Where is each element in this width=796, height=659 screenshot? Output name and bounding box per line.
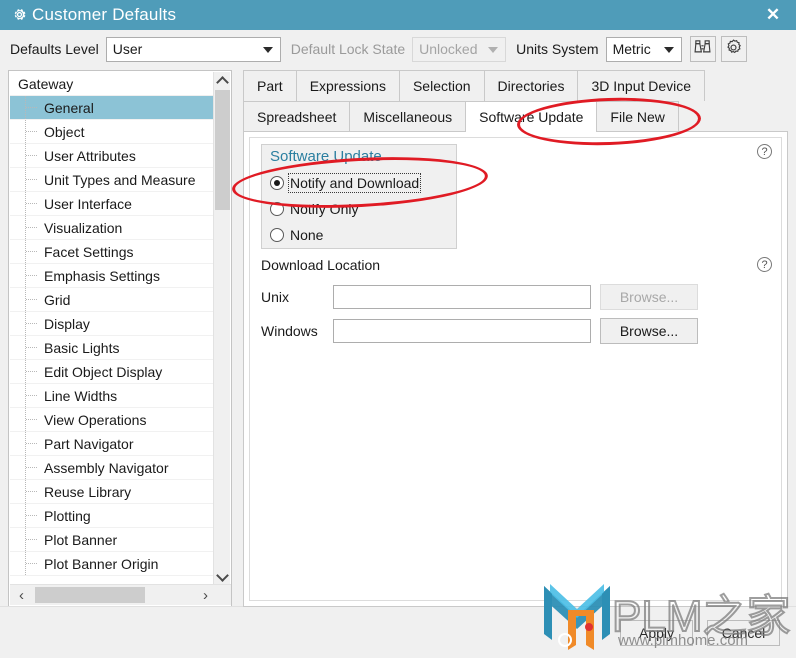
defaults-tree-panel: Gateway General Object User Attributes Unit… <box>8 70 232 607</box>
tab-row-1: Part Expressions Selection Directories 3D In… <box>243 70 706 101</box>
download-path-input[interactable] <box>333 319 591 343</box>
help-icon[interactable]: ? <box>757 144 772 159</box>
scroll-up-icon[interactable] <box>214 72 231 89</box>
field-label: Unix <box>261 289 290 305</box>
chevron-down-icon <box>663 47 674 53</box>
window-title: Customer Defaults <box>32 5 177 24</box>
default-lock-state-value: Unlocked <box>419 41 478 57</box>
tab-part[interactable]: Part <box>243 70 297 101</box>
find-button[interactable] <box>689 36 716 62</box>
help-icon[interactable]: ? <box>757 257 772 272</box>
radio-option[interactable]: None <box>270 223 323 247</box>
cancel-button[interactable]: Cancel <box>707 620 780 646</box>
scroll-left-icon[interactable]: ‹ <box>12 585 31 605</box>
tree-item[interactable]: Plot Banner <box>10 528 214 552</box>
defaults-level-value: User <box>112 41 143 57</box>
tree-item[interactable]: Basic Lights <box>10 336 214 360</box>
default-lock-state-select: Unlocked <box>412 36 507 62</box>
tab-software-update[interactable]: Software Update <box>465 101 598 132</box>
group-title: Software Update <box>270 148 382 165</box>
tree-item[interactable]: Plot Banner Origin <box>10 552 214 576</box>
tree-item[interactable]: Plotting <box>10 504 214 528</box>
radio-button-icon[interactable] <box>270 202 284 216</box>
scroll-right-icon[interactable]: › <box>196 585 215 605</box>
tree-item[interactable]: Grid <box>10 288 214 312</box>
radio-label: Notify and Download <box>287 173 422 193</box>
units-system-select[interactable]: Metric <box>605 36 682 62</box>
tab-row-2: Spreadsheet Miscellaneous Software Update F… <box>243 101 679 132</box>
tab-strip: Part Expressions Selection Directories 3D In… <box>243 70 788 132</box>
tab-miscellaneous[interactable]: Miscellaneous <box>349 101 467 132</box>
browse-button: Browse... <box>600 284 698 310</box>
radio-label: Notify Only <box>290 201 359 217</box>
tab-selection[interactable]: Selection <box>398 70 485 101</box>
download-path-input[interactable] <box>333 285 591 309</box>
tree-item[interactable]: Facet Settings <box>10 240 214 264</box>
tab-file-new[interactable]: File New <box>596 101 679 132</box>
download-location-label: Download Location <box>261 257 381 273</box>
close-icon[interactable]: ✕ <box>750 0 796 30</box>
tree-item[interactable]: Reuse Library <box>10 480 214 504</box>
tree-item[interactable]: Emphasis Settings <box>10 264 214 288</box>
settings-button[interactable] <box>720 36 747 62</box>
radio-label: None <box>290 227 324 243</box>
tree-item[interactable]: Line Widths <box>10 384 214 408</box>
title-bar: Customer Defaults ✕ <box>0 0 796 30</box>
field-label: Windows <box>261 323 318 339</box>
vertical-scroll-thumb[interactable] <box>215 90 230 210</box>
software-update-group: Software Update Notify and Download Notif… <box>261 144 457 249</box>
software-update-pane: ? ? Software Update Notify and Download N… <box>243 131 788 607</box>
tab-directories[interactable]: Directories <box>483 70 579 101</box>
units-system-label: Units System <box>516 41 599 57</box>
gear-icon <box>8 7 30 24</box>
apply-button[interactable]: Apply <box>620 620 693 646</box>
dialog-footer: Apply Cancel <box>0 606 796 658</box>
tab-3d-input-device[interactable]: 3D Input Device <box>577 70 706 101</box>
tree-vertical-scrollbar[interactable] <box>213 72 230 585</box>
tab-expressions[interactable]: Expressions <box>295 70 400 101</box>
gear-icon <box>724 38 743 60</box>
download-location-row: Windows Browse... <box>261 318 698 344</box>
tree-root-gateway[interactable]: Gateway <box>10 72 214 96</box>
tree-horizontal-scrollbar[interactable]: ‹ › <box>10 584 231 605</box>
tree-item[interactable]: Assembly Navigator <box>10 456 214 480</box>
tree-item[interactable]: Visualization <box>10 216 214 240</box>
tree-item[interactable]: Unit Types and Measure <box>10 168 214 192</box>
radio-option[interactable]: Notify Only <box>270 197 358 221</box>
toolbar: Defaults Level User Default Lock State U… <box>0 30 796 68</box>
radio-button-icon[interactable] <box>270 176 284 190</box>
defaults-level-label: Defaults Level <box>10 41 99 57</box>
browse-button[interactable]: Browse... <box>600 318 698 344</box>
settings-tab-panel: Part Expressions Selection Directories 3D In… <box>243 70 788 607</box>
tree-item[interactable]: Edit Object Display <box>10 360 214 384</box>
default-lock-state-label: Default Lock State <box>290 41 406 57</box>
defaults-tree[interactable]: Gateway General Object User Attributes Unit… <box>10 72 214 585</box>
tree-item[interactable]: User Interface <box>10 192 214 216</box>
chevron-down-icon <box>488 47 499 53</box>
tree-item[interactable]: Part Navigator <box>10 432 214 456</box>
pane-inner-frame: ? ? Software Update Notify and Download N… <box>249 137 782 601</box>
tree-item[interactable]: Display <box>10 312 214 336</box>
chevron-down-icon <box>262 47 273 53</box>
tree-item[interactable]: General <box>10 96 214 120</box>
radio-option[interactable]: Notify and Download <box>270 171 422 195</box>
horizontal-scroll-thumb[interactable] <box>35 587 145 603</box>
tab-spreadsheet[interactable]: Spreadsheet <box>243 101 351 132</box>
defaults-level-select[interactable]: User <box>105 36 281 62</box>
customer-defaults-dialog: Customer Defaults ✕ Defaults Level User … <box>0 0 796 658</box>
scroll-down-icon[interactable] <box>214 568 231 585</box>
radio-button-icon[interactable] <box>270 228 284 242</box>
download-location-row: Unix Browse... <box>261 284 698 310</box>
tree-item[interactable]: User Attributes <box>10 144 214 168</box>
binoculars-icon <box>693 38 712 60</box>
units-system-value: Metric <box>612 41 651 57</box>
tree-item[interactable]: View Operations <box>10 408 214 432</box>
tree-item[interactable]: Object <box>10 120 214 144</box>
